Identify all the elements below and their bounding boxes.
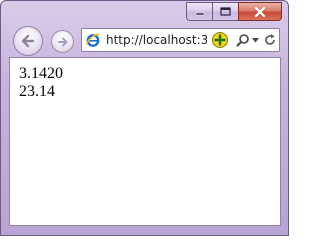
refresh-icon[interactable] [263,33,277,47]
maximize-button[interactable] [212,2,238,21]
caption-buttons [186,2,282,21]
minimize-icon [195,12,204,15]
maximize-icon [220,7,231,16]
output-line: 3.1420 [19,65,63,82]
output-line: 23.14 [19,83,55,100]
close-icon [254,6,266,17]
search-icon[interactable] [236,33,250,47]
close-button[interactable] [238,2,282,21]
chevron-down-icon[interactable] [252,38,259,43]
back-arrow-icon [21,34,35,48]
back-button[interactable] [13,26,43,56]
forward-button[interactable] [51,30,74,53]
address-bar[interactable]: http://localhost:3 [81,28,280,52]
browser-window: http://localhost:3 3.1420 23.14 [0,0,289,236]
forward-arrow-icon [57,37,67,46]
minimize-button[interactable] [186,2,212,21]
ie-icon [85,33,100,47]
page-content: 3.1420 23.14 [9,57,281,226]
compatibility-view-icon[interactable] [211,31,229,49]
url-text[interactable]: http://localhost:3 [106,32,207,48]
